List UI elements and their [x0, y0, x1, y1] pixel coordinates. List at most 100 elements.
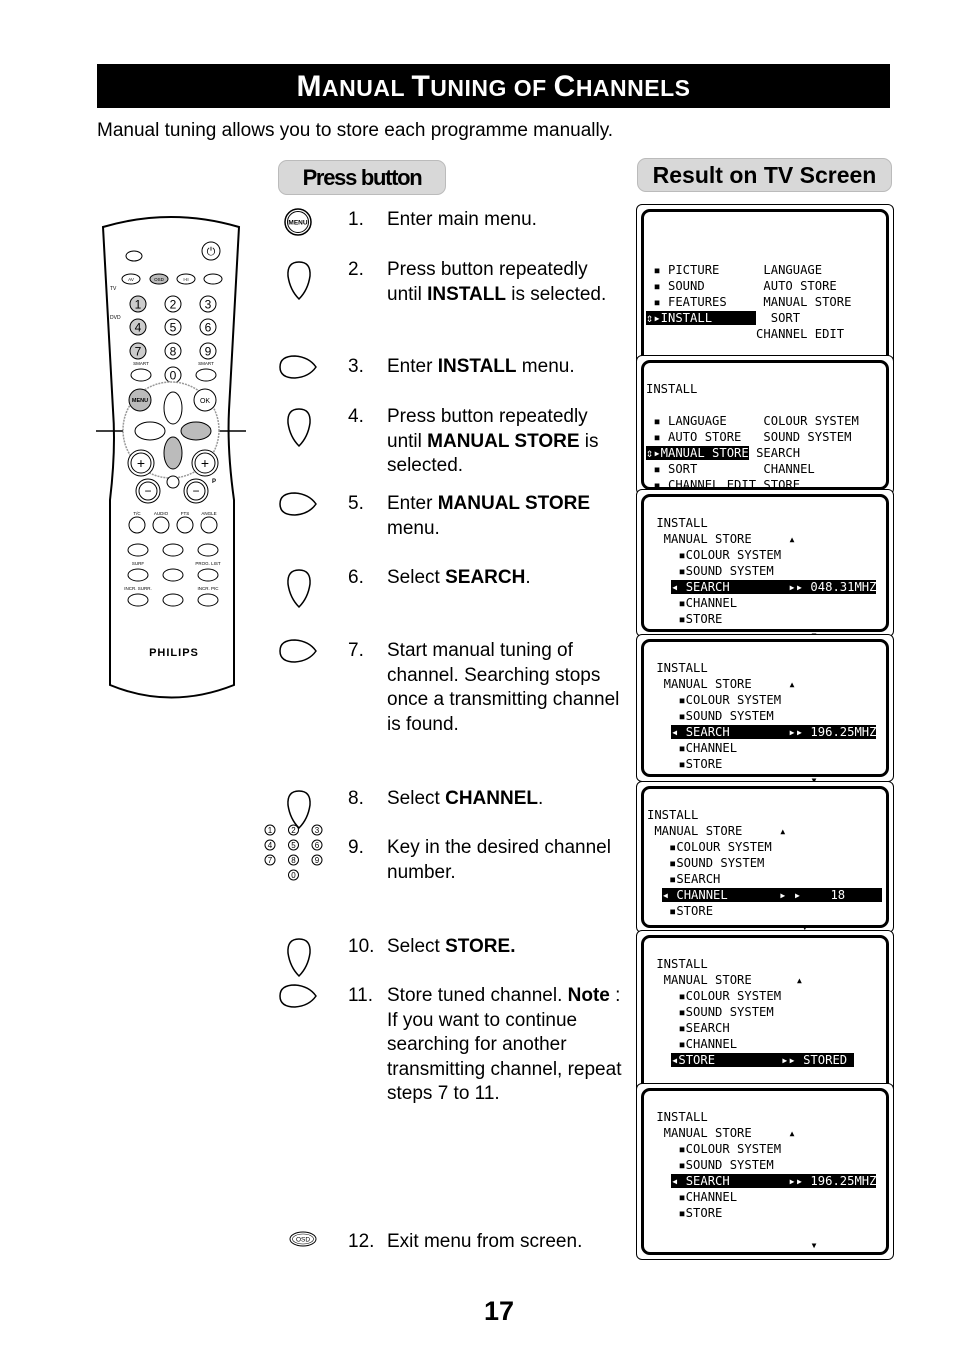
svg-text:3: 3 — [205, 298, 212, 312]
menu-text: ▪CHANNEL — [649, 741, 738, 755]
screen-line: CHANNEL EDIT — [646, 326, 851, 342]
step-text: Start manual tuning of channel. Searchin… — [387, 639, 622, 737]
title-part: UNING OF — [430, 75, 554, 101]
screen-line: ▪SOUND SYSTEM — [647, 855, 882, 871]
screen-line — [646, 230, 851, 246]
cursor-right-button-icon — [279, 355, 317, 379]
svg-text:−: − — [192, 484, 199, 498]
highlighted-item: ◂STORE ▸▸ STORED — [671, 1053, 855, 1067]
svg-text:5: 5 — [291, 841, 296, 850]
menu-text: INSTALL — [649, 661, 708, 675]
screen-line: ▪CHANNEL — [649, 1036, 854, 1052]
dual-key-label: I-II — [183, 277, 188, 282]
screen-line: ▪CHANNEL — [649, 595, 876, 611]
menu-text — [647, 888, 662, 902]
page-title: MANUAL TUNING OF CHANNELS — [97, 64, 890, 108]
screen-line: ▪ PICTURE LANGUAGE — [646, 262, 851, 278]
p-label: P — [212, 479, 216, 485]
digit-key-5: 5 — [164, 318, 182, 336]
svg-text:7: 7 — [135, 345, 142, 359]
svg-text:8: 8 — [291, 856, 296, 865]
screen-line: ▪CHANNEL — [649, 1189, 876, 1205]
menu-text: ▪SOUND SYSTEM — [649, 564, 774, 578]
manual-page: MANUAL TUNING OF CHANNELS Manual tuning … — [0, 0, 954, 1355]
text: Start manual tuning of channel. Searchin… — [387, 640, 620, 735]
screen-line: ▪STORE — [649, 611, 876, 627]
cursor-right-button-icon — [279, 984, 317, 1008]
svg-text:−: − — [144, 484, 151, 498]
svg-text:1: 1 — [268, 826, 273, 835]
screen-line: ▪ SOUND AUTO STORE — [646, 278, 851, 294]
menu-text: SORT — [756, 311, 801, 325]
tv-screen-1: ▪ PICTURE LANGUAGE ▪ SOUND AUTO STORE ▪ … — [636, 204, 894, 378]
cursor-down-button-icon — [287, 408, 311, 448]
text: menu. — [516, 356, 575, 377]
screen-line: ▪ SORT CHANNEL — [646, 461, 859, 477]
page-number: 17 — [484, 1296, 515, 1326]
screen-line: ▪ LANGUAGE COLOUR SYSTEM — [646, 413, 859, 429]
menu-text: ▾ — [649, 1238, 818, 1252]
tc-label: T/C — [133, 511, 141, 516]
step-number: 1. — [348, 209, 364, 230]
tv-screen-2: INSTALL ▪ LANGUAGE COLOUR SYSTEM ▪ AUTO … — [636, 355, 894, 508]
svg-text:⏻: ⏻ — [207, 246, 216, 258]
cursor-down-button-icon — [287, 938, 311, 978]
menu-text: ▪ AUTO STORE SOUND SYSTEM — [646, 430, 852, 444]
screen-line: ▪CHANNEL — [649, 740, 876, 756]
cursor-right-button-icon — [279, 492, 317, 516]
menu-text: MANUAL STORE ▴ — [649, 973, 804, 987]
digit-key-4: 4 — [129, 318, 147, 336]
highlighted-item: ⇕▸MANUAL STORE — [646, 446, 749, 460]
screen-line: INSTALL — [649, 956, 854, 972]
screen-line — [649, 1221, 876, 1237]
menu-text: ▪STORE — [649, 612, 723, 626]
step-text: Key in the desired channel number. — [387, 836, 622, 885]
title-part: T — [411, 70, 431, 103]
svg-text:9: 9 — [315, 856, 320, 865]
title-part: C — [553, 70, 576, 103]
menu-text: ▪CHANNEL — [649, 1190, 738, 1204]
screen-line: ◂ SEARCH ▸▸ 048.31MHZ — [649, 579, 877, 595]
menu-text: ▪SEARCH — [649, 1021, 730, 1035]
bold-term: MANUAL STORE — [437, 493, 591, 514]
text: Key in the desired channel number. — [387, 837, 611, 883]
menu-text — [649, 725, 671, 739]
svg-text:2: 2 — [291, 826, 296, 835]
step-number: 7. — [348, 640, 364, 661]
menu-text: ▪ LANGUAGE COLOUR SYSTEM — [646, 414, 859, 428]
tv-screen-3: INSTALL MANUAL STORE ▴ ▪COLOUR SYSTEM ▪S… — [636, 489, 894, 642]
menu-text: ▪CHANNEL — [649, 596, 738, 610]
digit-key-2: 2 — [164, 295, 182, 313]
svg-text:6: 6 — [205, 321, 212, 335]
menu-text: MANUAL STORE ▴ — [647, 824, 787, 838]
title-part: ANUAL — [322, 75, 412, 101]
menu-text: ▪SOUND SYSTEM — [647, 856, 765, 870]
screen-line: MANUAL STORE ▴ — [647, 823, 882, 839]
menu-key-label: MENU — [132, 398, 148, 404]
menu-text: ▪COLOUR SYSTEM — [647, 840, 772, 854]
highlighted-item: ◂ SEARCH ▸▸ 048.31MHZ — [671, 580, 877, 594]
menu-text: INSTALL — [649, 957, 708, 971]
screen-line — [649, 644, 876, 660]
svg-text:5: 5 — [170, 321, 177, 335]
screen-line: MANUAL STORE ▴ — [649, 1125, 876, 1141]
screen-line: ▪SOUND SYSTEM — [649, 1004, 854, 1020]
screen-line: INSTALL — [649, 660, 876, 676]
menu-text — [649, 580, 671, 594]
brand-logo: PHILIPS — [149, 647, 199, 659]
tv-screen-5: INSTALL MANUAL STORE ▴ ▪COLOUR SYSTEM ▪S… — [636, 781, 894, 934]
svg-text:0: 0 — [291, 871, 296, 880]
menu-text: SEARCH — [748, 446, 801, 460]
digit-key-8: 8 — [164, 342, 182, 360]
step-number: 4. — [348, 406, 364, 427]
menu-text — [649, 1174, 671, 1188]
av-key-label: AV — [128, 277, 134, 282]
bold-term: INSTALL — [427, 283, 506, 305]
text: menu. — [387, 517, 440, 539]
digit-key-9: 9 — [199, 342, 217, 360]
step-number: 10. — [348, 936, 375, 957]
osd-key-label: OSD — [154, 277, 165, 282]
digit-keys-icon: 1 2 3 4 5 6 7 8 9 0 — [264, 824, 323, 881]
digit-key-7: 7 — [129, 342, 147, 360]
text: Select — [387, 936, 446, 957]
